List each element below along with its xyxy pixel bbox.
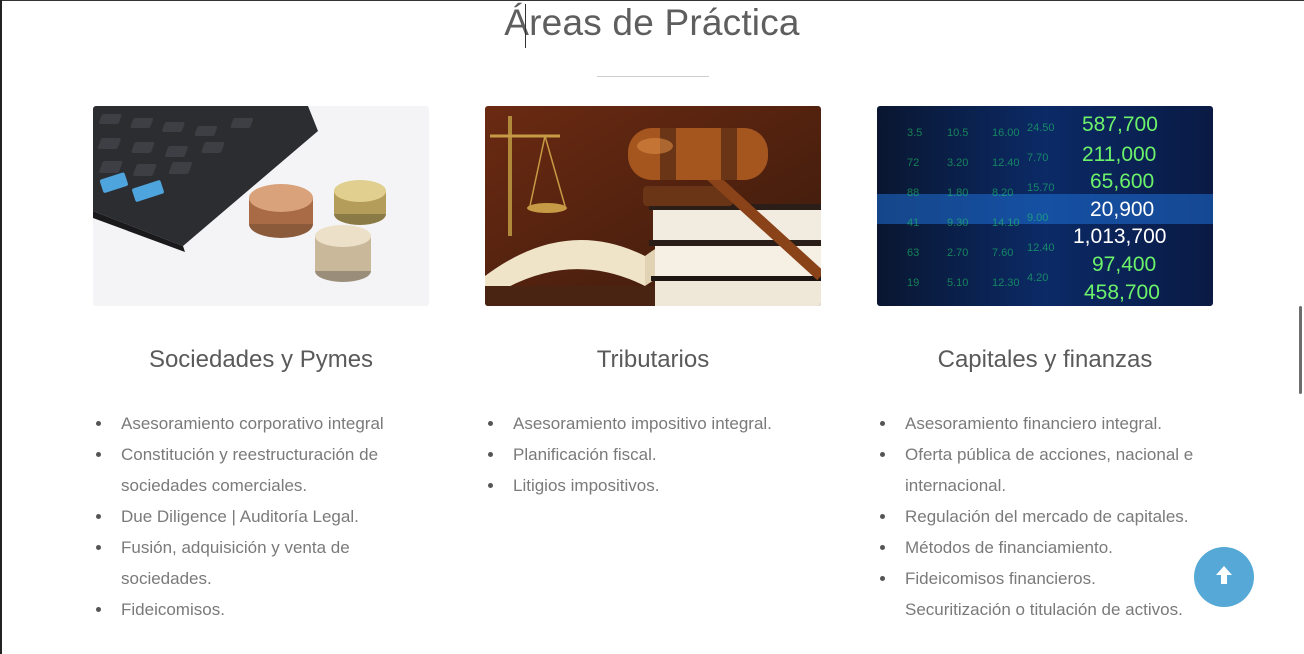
svg-text:12.30: 12.30: [992, 277, 1020, 289]
card-title: Tributarios: [596, 346, 710, 373]
svg-text:10.5: 10.5: [947, 127, 968, 139]
svg-text:1.80: 1.80: [947, 187, 968, 199]
svg-text:20,900: 20,900: [1090, 198, 1154, 221]
scrollbar-thumb[interactable]: [1299, 306, 1302, 394]
list-item: Due Diligence | Auditoría Legal.: [93, 501, 413, 532]
card-list: Asesoramiento financiero integral. Ofert…: [877, 408, 1197, 625]
title-divider: [597, 76, 709, 77]
list-item: Constitución y reestructuración de socie…: [93, 439, 413, 501]
svg-text:3.5: 3.5: [907, 127, 922, 139]
svg-text:12.40: 12.40: [992, 157, 1020, 169]
calculator-coins-image: [93, 106, 429, 306]
svg-text:88: 88: [907, 187, 919, 199]
stock-ticker-image: 3.5 72 88 41 63 19 10.5 3.20 1.80 9.30 2.70 5.10 1…: [877, 106, 1213, 306]
svg-text:211,000: 211,000: [1082, 143, 1156, 166]
list-item: Regulación del mercado de capitales.: [877, 501, 1197, 532]
practice-card-tributarios: Tributarios Asesoramiento impositivo int…: [485, 106, 821, 495]
svg-text:14.10: 14.10: [992, 217, 1020, 229]
svg-text:9.00: 9.00: [1027, 212, 1048, 224]
svg-text:5.10: 5.10: [947, 277, 968, 289]
card-title: Sociedades y Pymes: [148, 346, 374, 373]
frame-border-top: [0, 0, 1304, 1]
list-item: Litigios impositivos.: [485, 470, 805, 501]
bullet-icon: [880, 545, 885, 550]
bullet-icon: [880, 514, 885, 519]
card-title: Capitales y finanzas: [937, 346, 1153, 373]
bullet-icon: [488, 483, 493, 488]
practice-card-sociedades: Sociedades y Pymes Asesoramiento corpora…: [93, 106, 429, 619]
bullet-icon: [96, 452, 101, 457]
card-list: Asesoramiento corporativo integral Const…: [93, 408, 413, 625]
bullet-icon: [880, 576, 885, 581]
svg-text:7.70: 7.70: [1027, 152, 1048, 164]
svg-text:65,600: 65,600: [1090, 170, 1154, 193]
svg-text:97,400: 97,400: [1092, 253, 1156, 276]
card-list: Asesoramiento impositivo integral. Plani…: [485, 408, 805, 501]
list-item: Métodos de financiamiento.: [877, 532, 1197, 563]
bullet-icon: [880, 452, 885, 457]
svg-text:4.20: 4.20: [1027, 272, 1048, 284]
bullet-icon: [880, 421, 885, 426]
svg-text:2.70: 2.70: [947, 247, 968, 259]
list-item: Fideicomisos financieros. Securitización…: [877, 563, 1197, 625]
practice-card-capitales: 3.5 72 88 41 63 19 10.5 3.20 1.80 9.30 2.70 5.10 1…: [877, 106, 1213, 619]
list-item: Asesoramiento financiero integral.: [877, 408, 1197, 439]
svg-text:1,013,700: 1,013,700: [1073, 225, 1166, 248]
list-item: Planificación fiscal.: [485, 439, 805, 470]
bullet-icon: [96, 421, 101, 426]
svg-text:41: 41: [907, 217, 919, 229]
bullet-icon: [96, 545, 101, 550]
gavel-books-image: [485, 106, 821, 306]
svg-text:587,700: 587,700: [1082, 113, 1158, 136]
scroll-to-top-button[interactable]: [1194, 547, 1254, 607]
bullet-icon: [96, 607, 101, 612]
svg-text:72: 72: [907, 157, 919, 169]
svg-text:9.30: 9.30: [947, 217, 968, 229]
list-item: Asesoramiento corporativo integral: [93, 408, 413, 439]
bullet-icon: [96, 514, 101, 519]
svg-text:19: 19: [907, 277, 919, 289]
svg-text:63: 63: [907, 247, 919, 259]
bullet-icon: [488, 421, 493, 426]
svg-text:12.40: 12.40: [1027, 242, 1055, 254]
list-item: Oferta pública de acciones, nacional e i…: [877, 439, 1197, 501]
svg-text:458,700: 458,700: [1084, 281, 1160, 304]
list-item: Fusión, adquisición y venta de sociedade…: [93, 532, 413, 594]
svg-text:15.70: 15.70: [1027, 182, 1055, 194]
svg-text:24.50: 24.50: [1027, 122, 1055, 134]
bullet-icon: [488, 452, 493, 457]
list-item: Fideicomisos.: [93, 594, 413, 625]
svg-text:16.00: 16.00: [992, 127, 1020, 139]
svg-text:8.20: 8.20: [992, 187, 1013, 199]
frame-border-left: [0, 0, 2, 654]
svg-text:3.20: 3.20: [947, 157, 968, 169]
arrow-up-icon: [1215, 565, 1233, 590]
list-item: Asesoramiento impositivo integral.: [485, 408, 805, 439]
text-cursor: [525, 4, 526, 48]
section-title: Áreas de Práctica: [504, 2, 800, 43]
svg-text:7.60: 7.60: [992, 247, 1013, 259]
